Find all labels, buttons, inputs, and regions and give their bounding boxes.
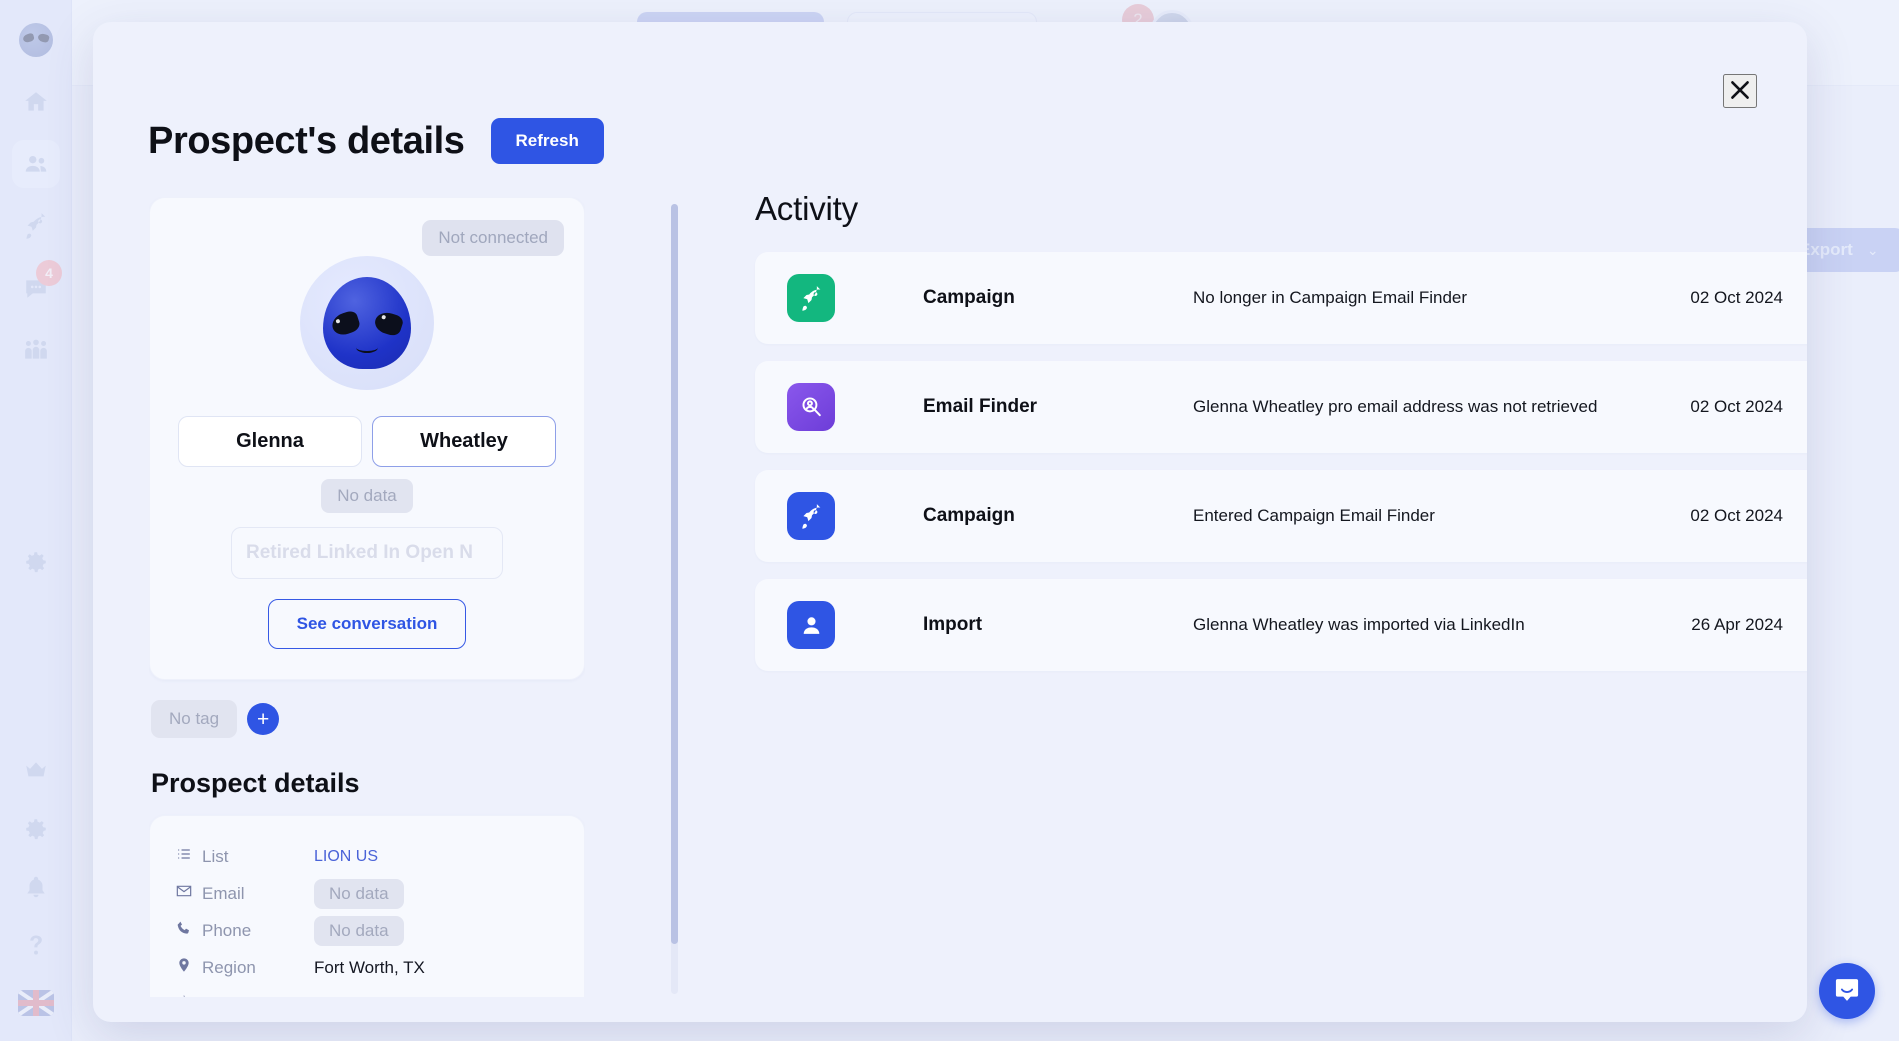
rocket-icon xyxy=(787,274,835,322)
close-icon xyxy=(1727,77,1753,106)
detail-value-email: No data xyxy=(314,878,404,909)
activity-description: Glenna Wheatley was imported via LinkedI… xyxy=(1193,614,1525,634)
activity-date: 02 Oct 2024 xyxy=(1690,506,1783,525)
detail-label: Birthday xyxy=(202,995,264,998)
activity-description: Entered Campaign Email Finder xyxy=(1193,505,1435,525)
person-icon xyxy=(787,601,835,649)
detail-row-birthday: Birthday 02 July xyxy=(176,986,558,997)
prospect-details-heading: Prospect details xyxy=(151,768,360,798)
detail-row-phone: Phone No data xyxy=(176,912,558,949)
detail-key: List xyxy=(176,846,314,867)
detail-row-email: Email No data xyxy=(176,875,558,912)
activity-row[interactable]: Email Finder Glenna Wheatley pro email a… xyxy=(755,361,1807,453)
rocket-icon xyxy=(787,492,835,540)
activity-type: Import xyxy=(923,614,983,635)
activity-type: Email Finder xyxy=(923,396,1038,417)
detail-row-region: Region Fort Worth, TX xyxy=(176,949,558,986)
alien-avatar-icon xyxy=(323,277,411,369)
list-icon xyxy=(176,846,192,867)
headline-field[interactable]: Retired Linked In Open N xyxy=(231,527,503,579)
company-empty-chip: No data xyxy=(321,479,413,513)
close-button[interactable] xyxy=(1723,74,1757,108)
detail-label: Region xyxy=(202,957,256,977)
tag-row: No tag + xyxy=(151,700,585,738)
detail-label: Email xyxy=(202,883,245,903)
activity-panel: Activity Campaign No longer in Campaign … xyxy=(755,190,1807,688)
activity-date: 02 Oct 2024 xyxy=(1690,397,1783,416)
activity-description: Glenna Wheatley pro email address was no… xyxy=(1193,396,1598,416)
detail-key: Email xyxy=(176,883,314,904)
no-tag-chip: No tag xyxy=(151,700,238,738)
cake-icon xyxy=(176,994,192,997)
activity-row[interactable]: Campaign No longer in Campaign Email Fin… xyxy=(755,252,1807,344)
activity-type: Campaign xyxy=(923,505,1015,526)
last-name-field[interactable]: Wheatley xyxy=(372,416,556,467)
modal-header: Prospect's details Refresh xyxy=(148,118,604,164)
email-finder-icon xyxy=(787,383,835,431)
activity-row[interactable]: Import Glenna Wheatley was imported via … xyxy=(755,579,1807,671)
detail-key: Region xyxy=(176,957,314,978)
detail-value-list[interactable]: LION US xyxy=(314,848,378,866)
detail-value-phone: No data xyxy=(314,915,404,946)
activity-type: Campaign xyxy=(923,287,1015,308)
activity-heading: Activity xyxy=(755,190,858,227)
pin-icon xyxy=(176,957,192,978)
see-conversation-button[interactable]: See conversation xyxy=(267,599,467,649)
envelope-icon xyxy=(176,883,192,904)
prospect-details-modal: Prospect's details Refresh Not connected… xyxy=(93,22,1807,1022)
support-chat-button[interactable] xyxy=(1819,963,1875,1019)
name-fields: Glenna Wheatley xyxy=(178,416,556,467)
add-tag-button[interactable]: + xyxy=(247,703,280,735)
activity-date: 26 Apr 2024 xyxy=(1691,615,1783,634)
activity-date: 02 Oct 2024 xyxy=(1690,288,1783,307)
detail-key: Birthday xyxy=(176,994,314,997)
prospect-left-panel: Not connected Glenna Wheatley No data Re… xyxy=(149,197,585,997)
profile-card: Not connected Glenna Wheatley No data Re… xyxy=(149,197,585,680)
activity-row[interactable]: Campaign Entered Campaign Email Finder 0… xyxy=(755,470,1807,562)
detail-key: Phone xyxy=(176,920,314,941)
refresh-button[interactable]: Refresh xyxy=(490,118,604,164)
detail-value-birthday: 02 July xyxy=(314,995,368,998)
detail-value-region: Fort Worth, TX xyxy=(314,957,425,977)
status-badge: Not connected xyxy=(422,220,564,256)
phone-icon xyxy=(176,920,192,941)
detail-label: Phone xyxy=(202,920,252,940)
left-panel-scrollbar[interactable] xyxy=(671,204,678,994)
prospect-details-card: List LION US Email No data Phone No data… xyxy=(149,815,585,997)
plus-icon: + xyxy=(256,707,270,731)
first-name-field[interactable]: Glenna xyxy=(178,416,362,467)
activity-description: No longer in Campaign Email Finder xyxy=(1193,287,1468,307)
detail-row-list: List LION US xyxy=(176,838,558,875)
avatar xyxy=(300,256,434,390)
intercom-chat-icon xyxy=(1833,975,1861,1008)
page-title: Prospect's details xyxy=(148,119,465,162)
detail-label: List xyxy=(202,846,229,866)
